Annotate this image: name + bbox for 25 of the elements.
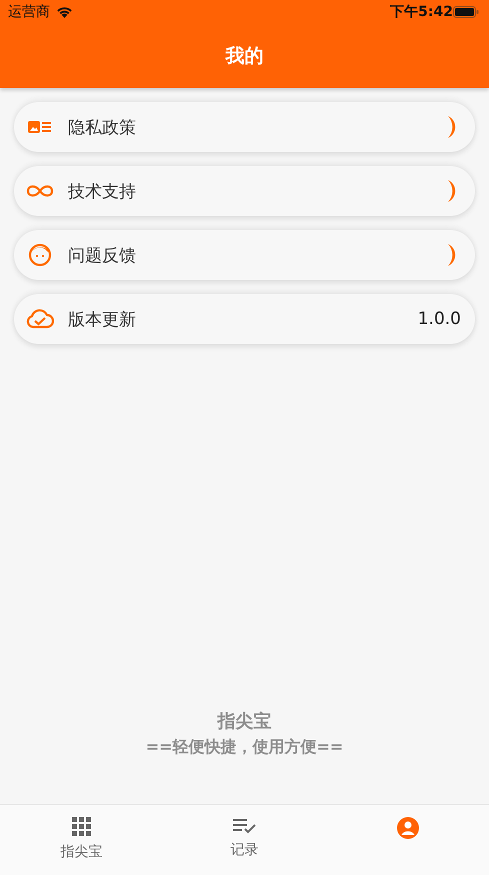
tab[interactable]: 指尖宝 [0, 805, 163, 875]
cloud-check-icon [26, 309, 54, 329]
tab[interactable]: 记录 [163, 805, 326, 875]
menu-item[interactable]: 问题反馈 [14, 230, 475, 280]
menu-label: 问题反馈 [68, 244, 137, 266]
face-icon [26, 243, 54, 267]
carrier-name: 运营商 [8, 3, 50, 21]
battery-icon [453, 6, 479, 18]
id-card-icon [26, 120, 54, 134]
menu-label: 版本更新 [68, 308, 137, 330]
app-name: 指尖宝 [218, 710, 272, 733]
menu-item[interactable]: 版本更新 1.0.0 [14, 294, 475, 344]
status-time: 下午5:42 [390, 3, 453, 21]
wifi-icon [56, 6, 73, 18]
menu-label: 隐私政策 [68, 116, 137, 138]
page-title: 我的 [226, 44, 264, 69]
menu-item[interactable]: 技术支持 [14, 166, 475, 216]
infinity-icon [26, 184, 54, 198]
grid-icon [72, 817, 92, 837]
menu-label: 技术支持 [68, 180, 137, 202]
checklist-icon [232, 817, 256, 835]
person-icon [396, 817, 418, 839]
menu-item[interactable]: 隐私政策 [14, 102, 475, 152]
version-number: 1.0.0 [418, 309, 461, 329]
slogan: ==轻便快捷，使用方便== [146, 737, 344, 758]
